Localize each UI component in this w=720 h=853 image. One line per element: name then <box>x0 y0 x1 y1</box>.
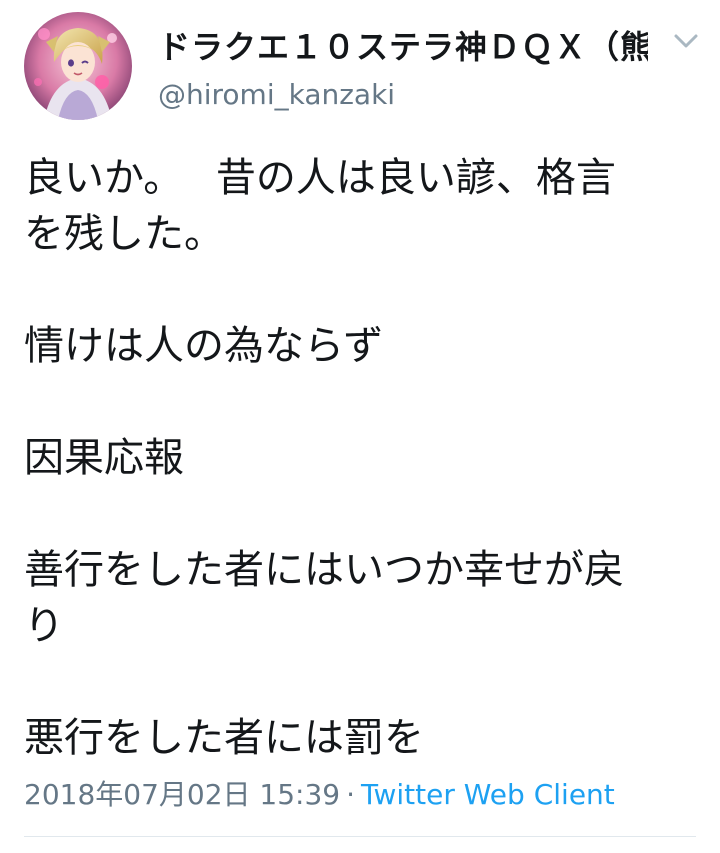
avatar[interactable] <box>24 12 132 120</box>
anime-character-avatar-icon <box>24 12 132 120</box>
tweet-meta: 2018年07月02日 15:39 · Twitter Web Client <box>24 773 615 813</box>
chevron-down-icon[interactable] <box>672 30 700 52</box>
author-handle[interactable]: @hiromi_kanzaki <box>158 78 395 111</box>
tweet: ドラクエ１０ステラ神ＤＱＸ（熊… @hiromi_kanzaki 良いか。 昔の… <box>0 0 720 853</box>
tweet-text-line <box>24 654 700 710</box>
tweet-text-line: り <box>24 603 64 649</box>
tweet-text-line: 情けは人の為ならず <box>24 323 384 369</box>
tweet-text-line: 良いか。 昔の人は良い諺、格言 <box>24 155 616 201</box>
tweet-text-line <box>24 486 700 542</box>
tweet-text-line: 悪行をした者には罰を <box>24 715 424 761</box>
tweet-timestamp[interactable]: 2018年07月02日 15:39 <box>24 778 340 811</box>
tweet-text-line: を残した。 <box>24 211 224 257</box>
tweet-text: 良いか。 昔の人は良い諺、格言 を残した。 情けは人の為ならず 因果応報 善行を… <box>24 150 700 766</box>
tweet-header: ドラクエ１０ステラ神ＤＱＸ（熊… @hiromi_kanzaki <box>24 12 700 122</box>
tweet-text-line: 善行をした者にはいつか幸せが戻 <box>24 547 624 593</box>
tweet-text-line: 因果応報 <box>24 435 184 481</box>
meta-separator: · <box>346 778 356 811</box>
tweet-source-link[interactable]: Twitter Web Client <box>361 778 615 811</box>
divider <box>24 836 696 837</box>
tweet-text-line <box>24 374 700 430</box>
tweet-text-line <box>24 262 700 318</box>
author-display-name[interactable]: ドラクエ１０ステラ神ＤＱＸ（熊… <box>158 22 648 68</box>
